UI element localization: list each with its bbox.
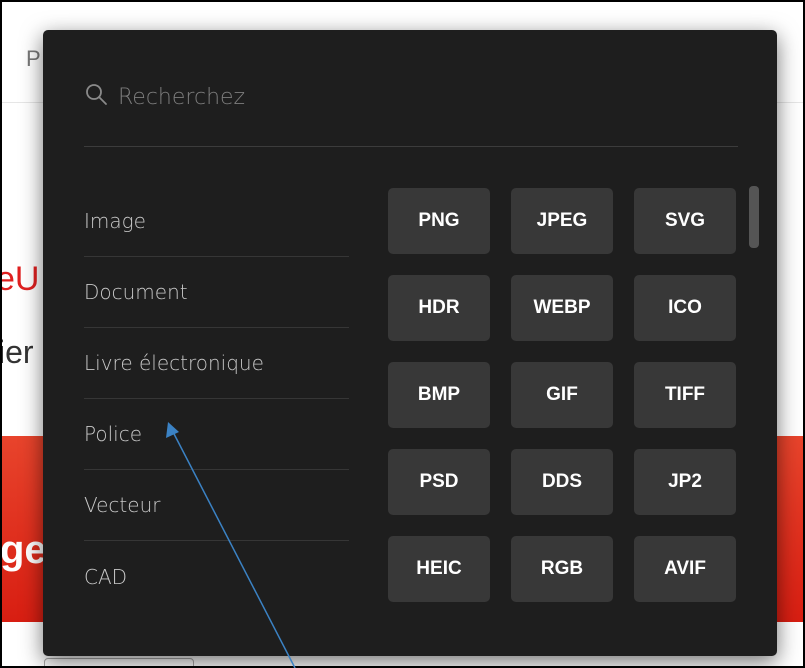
background-nav-text: P: [26, 46, 41, 71]
screenshot-frame: P eU ier ge Image Document Livre électro…: [0, 0, 805, 668]
format-button-jp2[interactable]: JP2: [634, 449, 736, 515]
format-scrollbar[interactable]: [749, 186, 759, 248]
category-item-image[interactable]: Image: [84, 186, 349, 257]
background-banner-text: ge: [0, 528, 47, 572]
background-subtext: ier: [0, 334, 34, 370]
format-dropdown-panel: Image Document Livre électronique Police…: [43, 30, 777, 656]
format-row: PSD DDS JP2: [388, 449, 738, 515]
format-row: HDR WEBP ICO: [388, 275, 738, 341]
format-button-rgb[interactable]: RGB: [511, 536, 613, 602]
format-row: PNG JPEG SVG: [388, 188, 738, 254]
category-item-ebook[interactable]: Livre électronique: [84, 328, 349, 399]
search-input[interactable]: [116, 78, 720, 116]
format-button-bmp[interactable]: BMP: [388, 362, 490, 428]
category-item-vector[interactable]: Vecteur: [84, 470, 349, 541]
format-button-hdr[interactable]: HDR: [388, 275, 490, 341]
category-item-document[interactable]: Document: [84, 257, 349, 328]
search-bar: [84, 78, 738, 118]
background-heading: eU: [0, 260, 40, 298]
category-list: Image Document Livre électronique Police…: [84, 186, 349, 612]
format-button-avif[interactable]: AVIF: [634, 536, 736, 602]
search-icon: [86, 84, 107, 105]
format-row: HEIC RGB AVIF: [388, 536, 738, 602]
format-button-ico[interactable]: ICO: [634, 275, 736, 341]
format-button-png[interactable]: PNG: [388, 188, 490, 254]
format-button-psd[interactable]: PSD: [388, 449, 490, 515]
category-item-cad[interactable]: CAD: [84, 541, 349, 612]
format-button-jpeg[interactable]: JPEG: [511, 188, 613, 254]
format-button-gif[interactable]: GIF: [511, 362, 613, 428]
format-row: BMP GIF TIFF: [388, 362, 738, 428]
format-button-heic[interactable]: HEIC: [388, 536, 490, 602]
search-divider: [84, 146, 738, 147]
format-button-webp[interactable]: WEBP: [511, 275, 613, 341]
format-button-tiff[interactable]: TIFF: [634, 362, 736, 428]
background-button[interactable]: [44, 658, 194, 666]
format-grid: PNG JPEG SVG HDR WEBP ICO BMP GIF TIFF P…: [388, 188, 738, 623]
format-button-dds[interactable]: DDS: [511, 449, 613, 515]
format-button-svg[interactable]: SVG: [634, 188, 736, 254]
category-item-font[interactable]: Police: [84, 399, 349, 470]
